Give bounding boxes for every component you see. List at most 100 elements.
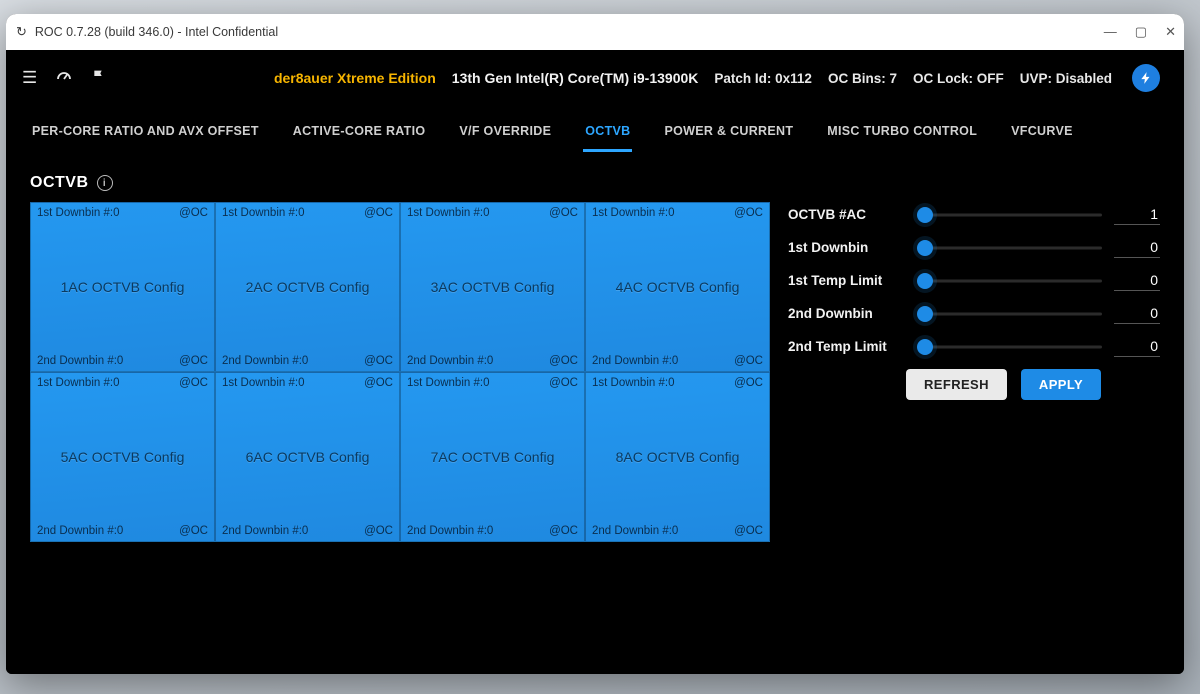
slider-track[interactable] (918, 239, 1102, 257)
slider-value[interactable]: 0 (1114, 336, 1160, 357)
cell-bot-right: @OC (179, 355, 208, 367)
slider-value[interactable]: 1 (1114, 204, 1160, 225)
cell-bot-left: 2nd Downbin #:0 (407, 355, 493, 367)
app-refresh-icon: ↻ (16, 24, 27, 40)
tab-vfcurve[interactable]: VFCURVE (1009, 116, 1075, 152)
slider-thumb[interactable] (917, 207, 933, 223)
tab-per-core-ratio[interactable]: PER-CORE RATIO AND AVX OFFSET (30, 116, 261, 152)
flag-icon[interactable] (91, 68, 107, 89)
apply-button[interactable]: APPLY (1021, 369, 1101, 400)
menu-icon[interactable]: ☰ (22, 68, 37, 88)
window-close-button[interactable]: ✕ (1165, 24, 1176, 40)
cell-bot-left: 2nd Downbin #:0 (222, 355, 308, 367)
info-icon[interactable]: i (97, 175, 113, 191)
refresh-button[interactable]: REFRESH (906, 369, 1007, 400)
cell-top-right: @OC (734, 207, 763, 219)
cell-top-right: @OC (734, 377, 763, 389)
config-cell-4ac[interactable]: 1st Downbin #:0@OC 4AC OCTVB Config 2nd … (585, 202, 770, 372)
window-maximize-button[interactable]: ▢ (1135, 24, 1147, 40)
cell-top-left: 1st Downbin #:0 (37, 207, 119, 219)
cell-top-right: @OC (179, 207, 208, 219)
content-area: OCTVB i 1st Downbin #:0@OC 1AC OCTVB Con… (6, 152, 1184, 674)
config-cell-2ac[interactable]: 1st Downbin #:0 @OC 2AC OCTVB Config 2nd … (215, 202, 400, 372)
slider-value[interactable]: 0 (1114, 303, 1160, 324)
config-cell-7ac[interactable]: 1st Downbin #:0 @OC 7AC OCTVB Config 2nd … (400, 372, 585, 542)
octvb-config-grid: 1st Downbin #:0@OC 1AC OCTVB Config 2nd … (30, 202, 770, 542)
slider-octvb-ac: OCTVB #AC 1 (788, 204, 1160, 225)
bolt-icon[interactable] (1132, 64, 1160, 92)
cell-top-left: 1st Downbin #:0 (222, 377, 304, 389)
window-title: ROC 0.7.28 (build 346.0) - Intel Confide… (35, 25, 278, 39)
cell-bot-right: @OC (549, 525, 578, 537)
tab-power-current[interactable]: POWER & CURRENT (662, 116, 795, 152)
config-cell-5ac[interactable]: 1st Downbin #:0 @OC 5AC OCTVB Config 2nd … (30, 372, 215, 542)
tab-misc-turbo[interactable]: MISC TURBO CONTROL (825, 116, 979, 152)
cell-bot-left: 2nd Downbin #:0 (592, 525, 678, 537)
brand-edition: der8auer Xtreme Edition (274, 70, 436, 86)
cell-bot-right: @OC (734, 525, 763, 537)
slider-track[interactable] (918, 338, 1102, 356)
tab-vf-override[interactable]: V/F OVERRIDE (457, 116, 553, 152)
slider-thumb[interactable] (917, 306, 933, 322)
config-cell-8ac[interactable]: 1st Downbin #:0 @OC 8AC OCTVB Config 2nd … (585, 372, 770, 542)
tab-active-core-ratio[interactable]: ACTIVE-CORE RATIO (291, 116, 428, 152)
config-cell-3ac[interactable]: 1st Downbin #:0 @OC 3AC OCTVB Config 2nd … (400, 202, 585, 372)
cpu-name: 13th Gen Intel(R) Core(TM) i9-13900K (452, 70, 699, 86)
cell-bot-right: @OC (364, 525, 393, 537)
slider-track[interactable] (918, 272, 1102, 290)
cell-bot-right: @OC (179, 525, 208, 537)
app-window: ↻ ROC 0.7.28 (build 346.0) - Intel Confi… (6, 14, 1184, 674)
slider-label: 1st Downbin (788, 240, 906, 255)
cell-top-left: 1st Downbin #:0 (37, 377, 119, 389)
cell-top-left: 1st Downbin #:0 (592, 377, 674, 389)
window-titlebar: ↻ ROC 0.7.28 (build 346.0) - Intel Confi… (6, 14, 1184, 50)
window-minimize-button[interactable]: — (1104, 24, 1117, 40)
cell-bot-left: 2nd Downbin #:0 (37, 525, 123, 537)
tab-octvb[interactable]: OCTVB (583, 116, 632, 152)
config-cell-6ac[interactable]: 1st Downbin #:0 @OC 6AC OCTVB Config 2nd … (215, 372, 400, 542)
cell-bot-right: @OC (734, 355, 763, 367)
config-cell-1ac[interactable]: 1st Downbin #:0@OC 1AC OCTVB Config 2nd … (30, 202, 215, 372)
slider-thumb[interactable] (917, 273, 933, 289)
slider-track[interactable] (918, 206, 1102, 224)
slider-thumb[interactable] (917, 339, 933, 355)
cell-title: 6AC OCTVB Config (246, 449, 370, 465)
cell-bot-left: 2nd Downbin #:0 (407, 525, 493, 537)
slider-2nd-downbin: 2nd Downbin 0 (788, 303, 1160, 324)
slider-2nd-temp-limit: 2nd Temp Limit 0 (788, 336, 1160, 357)
cell-title: 8AC OCTVB Config (616, 449, 740, 465)
slider-label: 1st Temp Limit (788, 273, 906, 288)
cell-top-right: @OC (549, 207, 578, 219)
oc-bins: OC Bins: 7 (828, 71, 897, 86)
app-header: ☰ der8auer Xtreme Edition 13th Gen Intel… (6, 50, 1184, 106)
oc-lock: OC Lock: OFF (913, 71, 1004, 86)
cell-bot-right: @OC (364, 355, 393, 367)
gauge-icon[interactable] (55, 67, 73, 90)
slider-thumb[interactable] (917, 240, 933, 256)
cell-top-right: @OC (364, 377, 393, 389)
cell-bot-right: @OC (549, 355, 578, 367)
uvp-status: UVP: Disabled (1020, 71, 1112, 86)
section-title: OCTVB (30, 174, 89, 192)
cell-title: 3AC OCTVB Config (431, 279, 555, 295)
cell-title: 5AC OCTVB Config (61, 449, 185, 465)
slider-track[interactable] (918, 305, 1102, 323)
cell-top-right: @OC (549, 377, 578, 389)
cell-top-right: @OC (179, 377, 208, 389)
cell-title: 4AC OCTVB Config (616, 279, 740, 295)
cell-bot-left: 2nd Downbin #:0 (37, 355, 123, 367)
slider-1st-temp-limit: 1st Temp Limit 0 (788, 270, 1160, 291)
cell-title: 7AC OCTVB Config (431, 449, 555, 465)
slider-label: OCTVB #AC (788, 207, 906, 222)
cell-bot-left: 2nd Downbin #:0 (222, 525, 308, 537)
slider-label: 2nd Downbin (788, 306, 906, 321)
slider-value[interactable]: 0 (1114, 237, 1160, 258)
slider-panel: OCTVB #AC 1 1st Downbin 0 1st Temp Limit… (788, 202, 1160, 542)
cell-top-left: 1st Downbin #:0 (592, 207, 674, 219)
cell-top-left: 1st Downbin #:0 (222, 207, 304, 219)
slider-value[interactable]: 0 (1114, 270, 1160, 291)
cell-top-left: 1st Downbin #:0 (407, 207, 489, 219)
slider-label: 2nd Temp Limit (788, 339, 906, 354)
cell-top-left: 1st Downbin #:0 (407, 377, 489, 389)
cell-title: 2AC OCTVB Config (246, 279, 370, 295)
